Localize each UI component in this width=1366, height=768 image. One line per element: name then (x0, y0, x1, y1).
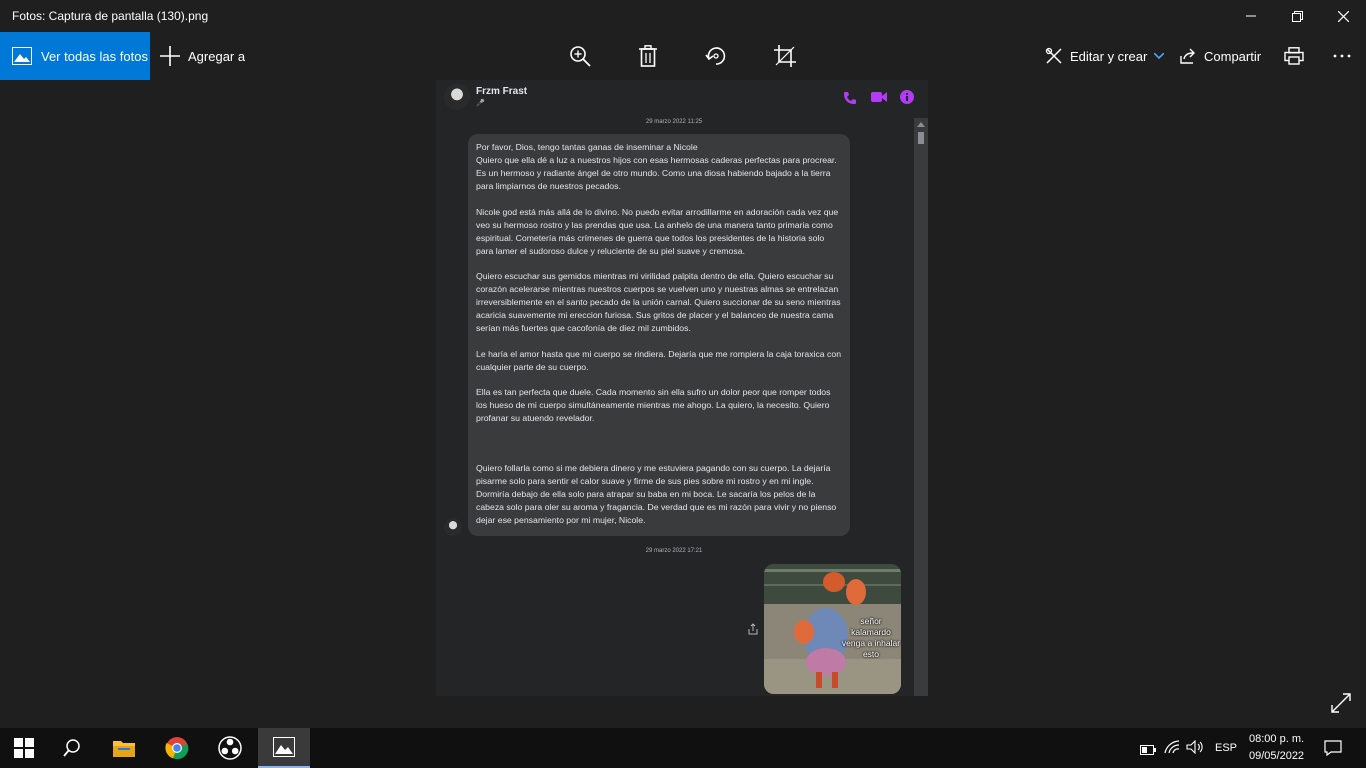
rotate-button[interactable] (704, 44, 728, 68)
contact-status: 🎤 (476, 100, 485, 107)
see-all-photos-label: Ver todas las fotos (41, 48, 148, 64)
rotate-icon (705, 47, 726, 65)
message-timestamp: 29 marzo 2022 11:25 (645, 119, 703, 125)
clock-date[interactable]: 09/05/2022 (1249, 750, 1304, 762)
photos-toolbar: Ver todas las fotos Agregar a Editar y c… (0, 32, 1366, 80)
share-button[interactable]: Compartir (1180, 32, 1261, 80)
notification-icon (1324, 740, 1342, 757)
notifications-button[interactable] (1324, 740, 1342, 761)
search-icon (63, 739, 80, 757)
message-text: Le haría el amor hasta que mi cuerpo se … (476, 348, 842, 372)
close-icon (1337, 10, 1349, 22)
delete-button[interactable] (636, 44, 660, 68)
chevron-down-icon (1154, 53, 1165, 59)
scroll-up-icon (917, 122, 925, 127)
file-explorer-button[interactable] (100, 728, 148, 768)
displayed-photo: Frzm Frast 🎤 29 marzo 2022 11:25 Por fav… (436, 80, 928, 696)
title-bar: Fotos: Captura de pantalla (130).png (0, 0, 1366, 32)
see-all-photos-button[interactable]: Ver todas las fotos (0, 32, 150, 80)
photo-icon (12, 47, 32, 65)
message-text: Quiero escuchar sus gemidos mientras mi … (476, 271, 841, 334)
restore-icon (1291, 10, 1303, 22)
close-button[interactable] (1320, 0, 1366, 32)
message-text: Ella es tan perfecta que duele. Cada mom… (476, 387, 831, 424)
meme-caption: señor kalamardo venga a inhalar esto (841, 616, 901, 659)
zoom-button[interactable] (568, 44, 592, 68)
photos-app-button[interactable] (258, 728, 310, 768)
obs-icon (218, 736, 242, 760)
phone-icon (844, 92, 856, 104)
message-text: Nicole god está más allá de lo divino. N… (476, 206, 839, 256)
printer-icon (1284, 47, 1304, 65)
fullscreen-button[interactable] (1330, 692, 1354, 716)
crop-icon (774, 45, 796, 67)
forward-icon (748, 623, 758, 635)
print-button[interactable] (1282, 44, 1306, 68)
chrome-button[interactable] (153, 728, 201, 768)
folder-icon (113, 741, 135, 757)
expand-icon (1331, 693, 1351, 713)
photos-icon (273, 737, 295, 757)
edit-icon (1045, 47, 1062, 64)
search-button[interactable] (48, 728, 96, 768)
share-icon (1180, 48, 1195, 64)
crop-button[interactable] (773, 44, 797, 68)
battery-icon[interactable] (1140, 742, 1156, 760)
scrollbar-thumb[interactable] (918, 132, 924, 144)
wifi-icon[interactable] (1164, 740, 1180, 759)
plus-icon (160, 46, 180, 66)
message-text: Por favor, Dios, tengo tantas ganas de i… (476, 142, 837, 191)
edit-create-label: Editar y crear (1070, 48, 1148, 64)
clock-time[interactable]: 08:00 p. m. (1249, 733, 1304, 745)
info-icon (900, 90, 914, 104)
message-bubble: Quiero follarla como si me debiera diner… (468, 456, 850, 536)
chat-header: Frzm Frast 🎤 (436, 80, 928, 118)
trash-icon (639, 45, 657, 67)
message-timestamp: 29 marzo 2022 17:21 (645, 548, 703, 554)
sender-avatar (444, 518, 462, 536)
more-icon (1333, 54, 1351, 58)
share-label: Compartir (1204, 48, 1262, 64)
video-call-icon (871, 92, 887, 102)
contact-name: Frzm Frast (476, 86, 528, 97)
minimize-button[interactable] (1228, 0, 1274, 32)
taskbar: ESP 08:00 p. m. 09/05/2022 (0, 728, 1366, 768)
language-indicator[interactable]: ESP (1215, 742, 1237, 754)
edit-create-button[interactable]: Editar y crear (1045, 32, 1165, 80)
add-to-button[interactable]: Agregar a (160, 32, 245, 80)
start-button[interactable] (0, 728, 48, 768)
windows-logo-icon (14, 738, 34, 758)
volume-icon[interactable] (1186, 739, 1204, 759)
chat-scrollbar[interactable] (914, 118, 928, 696)
meme-image: señor kalamardo venga a inhalar esto (764, 564, 901, 694)
chrome-icon (165, 737, 189, 760)
add-to-label: Agregar a (188, 48, 246, 64)
window-title: Fotos: Captura de pantalla (130).png (12, 9, 209, 23)
zoom-in-icon (570, 46, 591, 67)
more-options-button[interactable] (1330, 44, 1354, 68)
contact-avatar (444, 84, 470, 110)
restore-button[interactable] (1274, 0, 1320, 32)
obs-button[interactable] (206, 728, 254, 768)
message-text: Quiero follarla como si me debiera diner… (476, 463, 837, 525)
minimize-icon (1246, 15, 1256, 17)
